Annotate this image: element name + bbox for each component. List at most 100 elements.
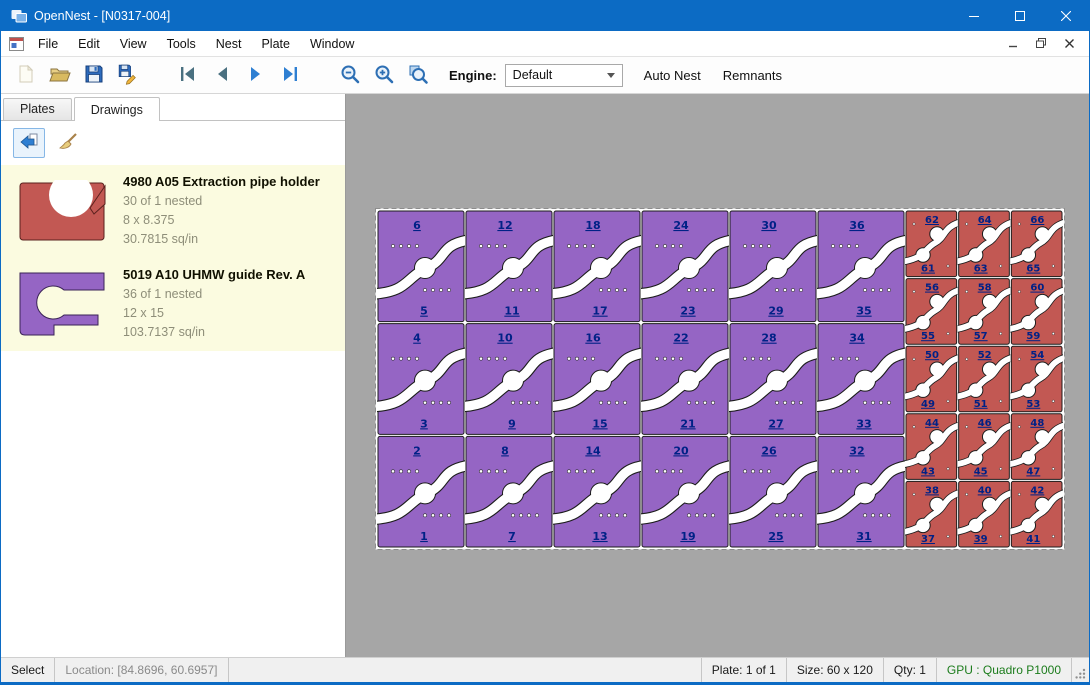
red-part-pair[interactable]: 6665 xyxy=(1006,211,1065,277)
svg-text:27: 27 xyxy=(768,417,783,430)
svg-text:37: 37 xyxy=(921,534,935,545)
child-restore-button[interactable] xyxy=(1029,34,1053,54)
svg-text:26: 26 xyxy=(761,444,777,457)
menu-nest[interactable]: Nest xyxy=(206,31,252,56)
new-icon xyxy=(16,64,36,87)
close-button[interactable] xyxy=(1043,1,1089,31)
menu-file[interactable]: File xyxy=(28,31,68,56)
minimize-button[interactable] xyxy=(951,1,997,31)
red-part-pair[interactable]: 4645 xyxy=(954,414,1014,480)
menu-edit[interactable]: Edit xyxy=(68,31,110,56)
svg-text:5: 5 xyxy=(420,305,428,318)
red-part-pair[interactable]: 5655 xyxy=(901,279,961,345)
red-part-pair[interactable]: 5251 xyxy=(954,346,1014,412)
plate-svg[interactable]: 6512111817242330293635431091615222128273… xyxy=(375,208,1065,550)
svg-text:38: 38 xyxy=(925,485,939,496)
svg-text:46: 46 xyxy=(978,418,992,429)
child-close-button[interactable] xyxy=(1057,34,1081,54)
open-button[interactable] xyxy=(43,60,77,90)
purple-part-pair[interactable]: 65 xyxy=(375,211,469,322)
nav-first-button[interactable] xyxy=(171,60,205,90)
child-minimize-button[interactable] xyxy=(1001,34,1025,54)
purple-part-pair[interactable]: 2625 xyxy=(725,436,821,547)
nav-last-icon xyxy=(279,63,301,88)
zoom-fit-button[interactable] xyxy=(401,60,435,90)
purple-part-pair[interactable]: 2019 xyxy=(637,436,733,547)
purple-part-pair[interactable]: 87 xyxy=(461,436,557,547)
engine-select[interactable]: Default xyxy=(505,64,623,87)
nav-next-button[interactable] xyxy=(239,60,273,90)
zoom-in-button[interactable] xyxy=(367,60,401,90)
drawing-title: 5019 A10 UHMW guide Rev. A xyxy=(123,267,305,282)
nav-prev-button[interactable] xyxy=(205,60,239,90)
save-button[interactable] xyxy=(77,60,111,90)
new-button[interactable] xyxy=(9,60,43,90)
remnants-button[interactable]: Remnants xyxy=(712,60,793,90)
purple-part-pair[interactable]: 1817 xyxy=(549,211,645,322)
menu-bar: File Edit View Tools Nest Plate Window xyxy=(1,31,1089,57)
zoom-out-button[interactable] xyxy=(333,60,367,90)
red-part-pair[interactable]: 6463 xyxy=(954,211,1014,277)
zoom-out-icon xyxy=(339,63,361,88)
red-part-pair[interactable]: 5049 xyxy=(901,346,961,412)
red-part-pair[interactable]: 5857 xyxy=(954,279,1014,345)
purple-part-pair[interactable]: 2827 xyxy=(725,324,821,435)
purple-part-pair[interactable]: 109 xyxy=(461,324,557,435)
drawing-title: 4980 A05 Extraction pipe holder xyxy=(123,174,320,189)
purple-part-pair[interactable]: 2423 xyxy=(637,211,733,322)
svg-text:49: 49 xyxy=(921,399,935,410)
red-part-pair[interactable]: 4847 xyxy=(1006,414,1065,480)
svg-text:44: 44 xyxy=(925,418,939,429)
menu-window[interactable]: Window xyxy=(300,31,364,56)
restore-icon xyxy=(1036,36,1046,51)
tab-drawings[interactable]: Drawings xyxy=(74,97,160,121)
red-part-pair[interactable]: 4039 xyxy=(954,481,1014,547)
red-part-pair[interactable]: 4443 xyxy=(901,414,961,480)
save-as-button[interactable] xyxy=(111,60,145,90)
maximize-button[interactable] xyxy=(997,1,1043,31)
list-item[interactable]: 4980 A05 Extraction pipe holder 30 of 1 … xyxy=(1,165,345,258)
maximize-icon xyxy=(1015,9,1025,24)
menu-view[interactable]: View xyxy=(110,31,157,56)
menu-plate[interactable]: Plate xyxy=(251,31,300,56)
purple-part-pair[interactable]: 21 xyxy=(375,436,469,547)
svg-text:33: 33 xyxy=(856,417,871,430)
title-bar: OpenNest - [N0317-004] xyxy=(1,1,1089,31)
purple-part-pair[interactable]: 3635 xyxy=(813,211,909,322)
svg-text:51: 51 xyxy=(974,399,988,410)
chevron-down-icon xyxy=(607,73,615,78)
red-part-pair[interactable]: 6059 xyxy=(1006,279,1065,345)
svg-text:65: 65 xyxy=(1026,264,1040,275)
red-part-pair[interactable]: 6261 xyxy=(901,211,961,277)
svg-text:16: 16 xyxy=(585,332,601,345)
svg-text:35: 35 xyxy=(856,305,871,318)
svg-text:14: 14 xyxy=(585,444,601,457)
purple-part-pair[interactable]: 1211 xyxy=(461,211,557,322)
clean-button[interactable] xyxy=(53,128,85,158)
nest-canvas[interactable]: 6512111817242330293635431091615222128273… xyxy=(346,94,1089,657)
tab-plates[interactable]: Plates xyxy=(3,98,72,120)
purple-part-pair[interactable]: 1615 xyxy=(549,324,645,435)
purple-part-pair[interactable]: 3029 xyxy=(725,211,821,322)
purple-part-pair[interactable]: 3433 xyxy=(813,324,909,435)
status-gpu: GPU : Quadro P1000 xyxy=(936,658,1071,682)
red-part-pair[interactable]: 38 37 xyxy=(901,481,961,547)
replace-drawing-button[interactable] xyxy=(13,128,45,158)
purple-part-pair[interactable]: 1413 xyxy=(549,436,645,547)
resize-grip-icon[interactable] xyxy=(1071,658,1089,682)
purple-part-pair[interactable]: 3231 xyxy=(813,436,909,547)
nav-prev-icon xyxy=(211,63,233,88)
drawing-nested: 30 of 1 nested xyxy=(123,192,320,211)
list-item[interactable]: 5019 A10 UHMW guide Rev. A 36 of 1 neste… xyxy=(1,258,345,351)
red-part-pair[interactable]: 5453 xyxy=(1006,346,1065,412)
auto-nest-button[interactable]: Auto Nest xyxy=(633,60,712,90)
drawing-size: 12 x 15 xyxy=(123,304,305,323)
purple-part-pair[interactable]: 43 xyxy=(375,324,469,435)
nav-last-button[interactable] xyxy=(273,60,307,90)
purple-part-pair[interactable]: 2221 xyxy=(637,324,733,435)
save-icon xyxy=(83,63,105,88)
main-toolbar: Engine: Default Auto Nest Remnants xyxy=(1,57,1089,94)
menu-tools[interactable]: Tools xyxy=(157,31,206,56)
part-thumbnail-purple xyxy=(13,268,111,342)
red-part-pair[interactable]: 4241 xyxy=(1006,481,1065,547)
